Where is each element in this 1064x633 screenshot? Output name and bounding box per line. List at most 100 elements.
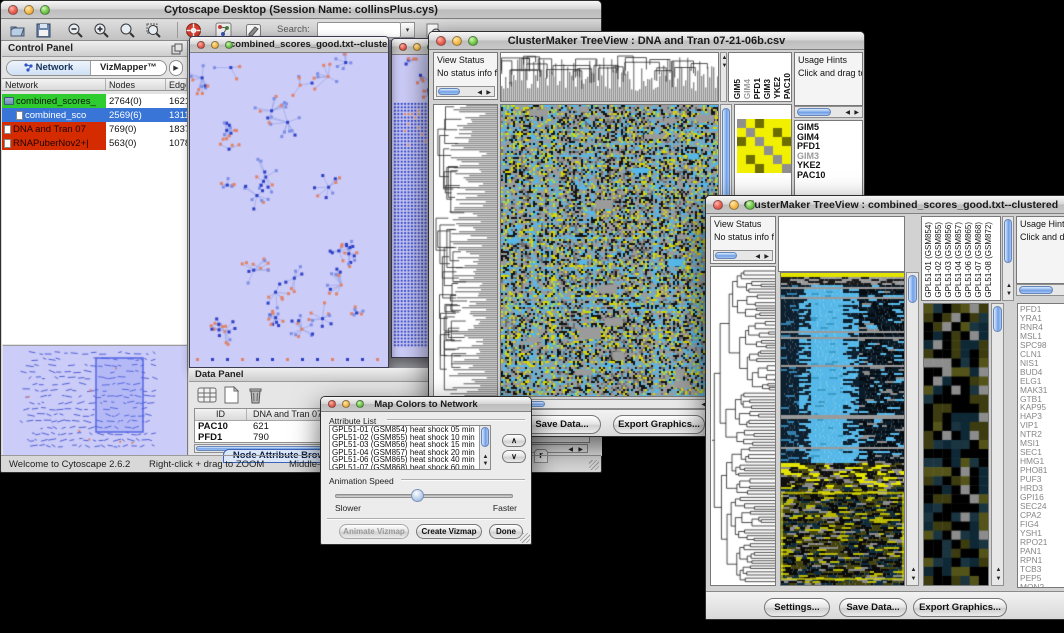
column-label: GPL51-01 (GSM854)	[924, 222, 933, 298]
column-mini-scrollbar[interactable]: ▲ ▼	[720, 52, 727, 102]
bottom-hscrollbar[interactable]: ◀ ▶	[500, 399, 719, 409]
main-window-title: Cytoscape Desktop (Session Name: collins…	[164, 4, 438, 16]
scroll-thumb[interactable]	[908, 275, 917, 303]
listbox-vscrollbar[interactable]: ▲ ▼	[479, 426, 490, 469]
zoom-button[interactable]	[356, 400, 364, 408]
close-button[interactable]	[328, 400, 336, 408]
column-dendrogram[interactable]	[500, 52, 719, 102]
row-dendrogram[interactable]	[433, 104, 498, 397]
dialog-titlebar[interactable]: Map Colors to Network	[321, 397, 531, 412]
column-labels-panel[interactable]: GPL51-01 (GSM854)GPL51-02 (GSM855) GPL51-…	[921, 216, 1001, 301]
scroll-thumb[interactable]	[993, 306, 1002, 332]
zoom-button[interactable]	[40, 5, 50, 15]
network-row-icon	[4, 97, 14, 105]
column-labels-vscrollbar[interactable]: ▲ ▼	[1002, 216, 1014, 301]
zoom-heatmap-panel[interactable]	[923, 303, 989, 586]
treeview2-titlebar[interactable]: ClusterMaker TreeView : combined_scores_…	[706, 196, 1064, 214]
usage-hints-panel: Usage Hints Click and drag to	[1016, 216, 1064, 284]
close-button[interactable]	[436, 36, 446, 46]
column-label: PAC10	[782, 73, 792, 99]
status-hint-middle: Middle-	[289, 459, 320, 470]
gene-labels-panel[interactable]: PFD1YRA1RNR4MSL1SPC98CLN1NIS1BUD4ELG1MAK…	[1017, 303, 1064, 588]
animation-speed-slider-track[interactable]	[335, 494, 513, 498]
create-vizmap-button[interactable]: Create Vizmap	[416, 524, 482, 539]
scroll-right-arrow[interactable]: ▶	[578, 447, 583, 453]
new-attribute-icon[interactable]	[223, 386, 239, 409]
scroll-thumb[interactable]	[1004, 219, 1012, 263]
scroll-left-arrow[interactable]: ◀	[568, 447, 573, 453]
column-dendrogram-area[interactable]	[778, 216, 905, 272]
export-graphics-button[interactable]: Export Graphics...	[913, 598, 1007, 617]
view-status-hscrollbar[interactable]: ◀ ▶	[713, 250, 773, 261]
minimize-button[interactable]	[211, 41, 219, 49]
export-graphics-button[interactable]: Export Graphics...	[613, 415, 705, 434]
network-table-row[interactable]: DNA and Tran 07 769(0) 183728(0)	[2, 122, 187, 136]
usage-hints-hscrollbar[interactable]	[1016, 284, 1064, 296]
float-panel-icon[interactable]	[171, 43, 183, 61]
column-label: PFD1	[752, 78, 762, 99]
scroll-thumb[interactable]	[481, 427, 489, 447]
network-table-row[interactable]: combined_scores_ 2764(0) 16218(0)	[2, 94, 187, 108]
minimize-button[interactable]	[342, 400, 350, 408]
network-table-row[interactable]: RNAPuberNov2+| 563(0) 107847(0)	[2, 136, 187, 150]
scroll-thumb[interactable]	[722, 108, 730, 204]
network-row-icon	[4, 125, 11, 134]
save-data-button[interactable]: Save Data...	[839, 598, 907, 617]
tab-overflow-arrow[interactable]: ▶	[169, 60, 183, 76]
save-data-button[interactable]: Save Data...	[523, 415, 601, 434]
minimize-button[interactable]	[413, 43, 421, 51]
view-status-hscrollbar[interactable]: ◀ ▶	[436, 86, 495, 97]
treeview1-title: ClusterMaker TreeView : DNA and Tran 07-…	[508, 35, 786, 47]
close-button[interactable]	[197, 41, 205, 49]
desktop: Cytoscape Desktop (Session Name: collins…	[0, 0, 1064, 633]
settings-button[interactable]: Settings...	[764, 598, 830, 617]
column-label: GPL51-02 (GSM855)	[934, 222, 943, 298]
zoom-button[interactable]	[745, 200, 755, 210]
column-label: GPL51-07 (GSM868)	[974, 222, 983, 298]
column-labels-panel[interactable]: GIM5GIM4PFD1GIM3YKE2PAC10	[728, 52, 792, 102]
heatmap-vscrollbar[interactable]: ▲ ▼	[906, 272, 919, 586]
zoom-button[interactable]	[468, 36, 478, 46]
minimize-button[interactable]	[452, 36, 462, 46]
network-view-titlebar[interactable]: combined_scores_good.txt--cluste...	[190, 37, 388, 53]
zoom-vscrollbar[interactable]: ▲ ▼	[991, 303, 1004, 586]
dialog-resize-grip[interactable]	[520, 533, 530, 543]
close-button[interactable]	[8, 5, 18, 15]
network-table-row[interactable]: combined_sco 2569(6) 13112(15)	[2, 108, 187, 122]
tab-network[interactable]: Network	[7, 61, 91, 75]
minimize-button[interactable]	[729, 200, 739, 210]
row-dendrogram[interactable]	[710, 266, 776, 586]
resize-grip[interactable]	[589, 460, 599, 470]
attribute-listbox[interactable]: GPL51-01 (GSM854) heat shock 05 minGPL51…	[329, 425, 491, 470]
map-colors-dialog: Map Colors to Network Attribute List GPL…	[320, 396, 532, 545]
attribute-select-icon[interactable]	[197, 386, 217, 409]
animation-speed-slider-thumb[interactable]	[411, 489, 424, 502]
row-label: PAC10	[795, 171, 862, 181]
animate-vizmap-button[interactable]: Animate Vizmap	[339, 524, 409, 539]
network-table: combined_scores_ 2764(0) 16218(0) combin…	[2, 94, 187, 344]
animation-speed-label: Animation Speed	[329, 476, 394, 486]
heatmap-main[interactable]	[780, 272, 905, 586]
main-titlebar[interactable]: Cytoscape Desktop (Session Name: collins…	[1, 1, 601, 19]
zoom-button[interactable]	[225, 41, 233, 49]
close-button[interactable]	[399, 43, 407, 51]
network-overview-panel[interactable]	[3, 345, 187, 455]
heatmap-main[interactable]	[500, 104, 719, 397]
control-panel: Control Panel Network VizMapper™ ▶ Netwo…	[2, 41, 188, 456]
move-up-button[interactable]: ∧	[502, 434, 526, 447]
minimize-button[interactable]	[24, 5, 34, 15]
close-button[interactable]	[713, 200, 723, 210]
gene-label: MON2	[1018, 583, 1064, 588]
network-overview-canvas[interactable]	[3, 346, 185, 454]
usage-hints-hscrollbar[interactable]: ◀ ▶	[794, 106, 863, 118]
column-label: GPL51-04 (GSM857)	[954, 222, 963, 298]
done-button[interactable]: Done	[489, 524, 523, 539]
delete-attribute-icon[interactable]	[247, 386, 263, 409]
attribute-list-item[interactable]: GPL51-07 (GSM868) heat shock 60 min	[330, 464, 490, 470]
network-graph-canvas[interactable]	[190, 53, 388, 367]
move-down-button[interactable]: ∨	[502, 450, 526, 463]
search-dropdown-arrow[interactable]: ▾	[401, 22, 415, 38]
tab-vizmapper[interactable]: VizMapper™	[91, 61, 166, 75]
treeview1-titlebar[interactable]: ClusterMaker TreeView : DNA and Tran 07-…	[429, 32, 864, 50]
network-table-header: Network Nodes Edges	[2, 78, 187, 91]
